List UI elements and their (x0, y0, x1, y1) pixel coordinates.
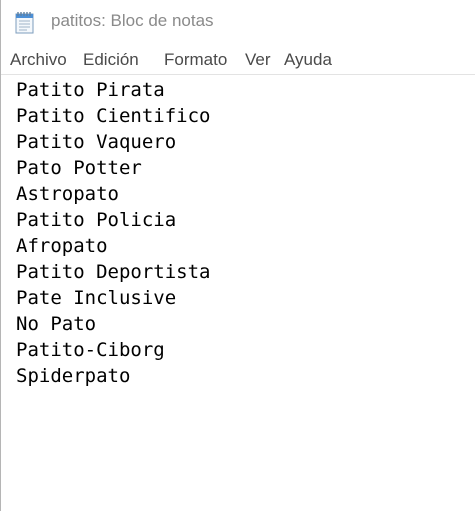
text-line: Astropato (16, 183, 119, 205)
notepad-icon (14, 10, 36, 34)
text-line: No Pato (16, 313, 97, 335)
text-line: Patito Pirata (16, 79, 165, 101)
menu-ver[interactable]: Ver (245, 50, 271, 70)
text-line: Pato Potter (16, 157, 142, 179)
editor-text[interactable]: Patito Pirata Patito Cientifico Patito V… (16, 77, 210, 389)
text-line: Patito-Ciborg (16, 339, 165, 361)
text-line: Spiderpato (16, 365, 131, 387)
text-line: Pate Inclusive (16, 287, 177, 309)
text-editor-area[interactable]: Patito Pirata Patito Cientifico Patito V… (1, 74, 475, 511)
text-line: Patito Policia (16, 209, 177, 231)
menu-archivo[interactable]: Archivo (10, 50, 67, 70)
title-bar[interactable]: patitos: Bloc de notas (1, 0, 475, 44)
menu-formato[interactable]: Formato (164, 50, 227, 70)
menu-edicion[interactable]: Edición (83, 50, 139, 70)
notepad-window: patitos: Bloc de notas Archivo Edición F… (0, 0, 475, 511)
text-line: Patito Cientifico (16, 105, 211, 127)
text-line: Patito Deportista (16, 261, 211, 283)
text-line: Patito Vaquero (16, 131, 177, 153)
text-line: Afropato (16, 235, 108, 257)
window-title: patitos: Bloc de notas (51, 11, 214, 30)
menu-ayuda[interactable]: Ayuda (284, 50, 332, 70)
menu-bar: Archivo Edición Formato Ver Ayuda (1, 48, 475, 73)
